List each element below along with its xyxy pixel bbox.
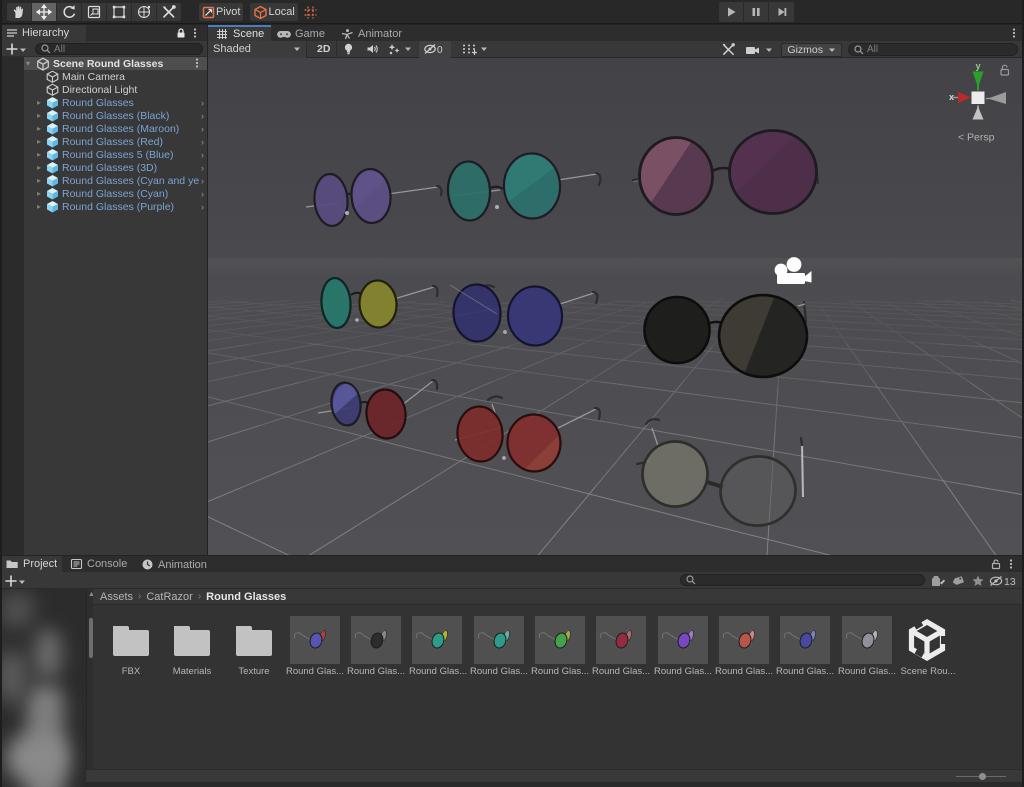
- svg-text:x: x: [949, 92, 954, 102]
- svg-text:0: 0: [437, 45, 443, 56]
- svg-text:< Persp: < Persp: [958, 132, 995, 144]
- svg-text:y: y: [976, 61, 981, 71]
- svg-text:13: 13: [1004, 576, 1016, 588]
